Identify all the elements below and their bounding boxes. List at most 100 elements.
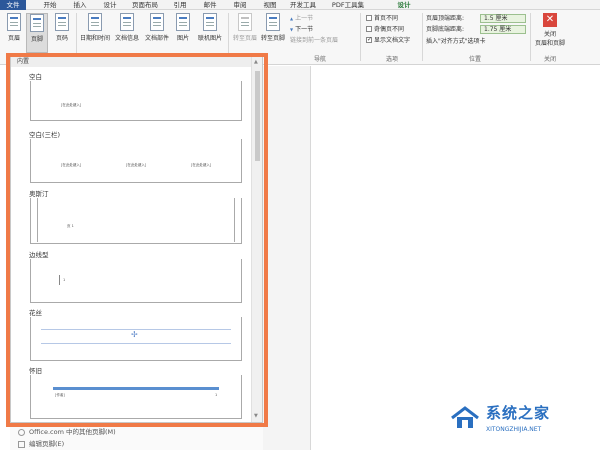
show-doc-text-checkbox[interactable]: 显示文档文字 <box>366 35 411 45</box>
footer-preview-austin[interactable]: 页 1 <box>30 198 242 244</box>
edit-footer-item[interactable]: 编辑页脚(E) <box>18 438 64 448</box>
austin-line <box>37 198 38 242</box>
close-label: 关闭 <box>543 31 556 38</box>
footer-preview-blank[interactable]: [在此处键入] <box>30 81 242 121</box>
date-time-button[interactable]: 日期和时间 <box>80 13 110 42</box>
group-label-navigation: 导航 <box>313 56 326 63</box>
tab-home[interactable]: 开始 <box>38 0 62 10</box>
different-odd-even-checkbox[interactable]: 奇偶页不同 <box>366 25 404 34</box>
date-time-label: 日期和时间 <box>80 35 111 42</box>
tab-header-footer-design[interactable]: 设计 <box>392 0 416 10</box>
edit-footer-icon <box>18 440 25 448</box>
footer-preview-edge[interactable]: 1 <box>30 259 242 303</box>
tab-file[interactable]: 文件 <box>0 0 26 10</box>
scroll-down-icon[interactable]: ▼ <box>254 413 258 419</box>
tab-references[interactable]: 引用 <box>168 0 192 10</box>
header-from-top-label: 页眉顶端距离: <box>426 15 465 22</box>
checkbox-checked-icon <box>366 35 372 44</box>
divider <box>228 13 229 61</box>
doc-parts-label: 文档部件 <box>144 35 169 42</box>
online-picture-label: 联机图片 <box>197 35 222 42</box>
watermark-url: XITONGZHIJIA.NET <box>486 426 542 433</box>
goto-header-button[interactable]: 转至页眉 <box>232 13 258 42</box>
austin-line <box>234 198 235 242</box>
footer-from-bottom-label: 页脚底端距离: <box>426 26 465 33</box>
page-number-label: 页码 <box>55 35 68 42</box>
gallery-entry-title: 怀旧 <box>29 367 42 375</box>
gallery-menu: Office.com 中的其他页脚(M) 编辑页脚(E) <box>10 423 263 450</box>
footer-preview-retrospect[interactable]: [作者] 1 <box>30 375 242 419</box>
goto-footer-icon <box>266 13 280 31</box>
tab-view[interactable]: 视图 <box>258 0 282 10</box>
tab-mailings[interactable]: 邮件 <box>198 0 222 10</box>
goto-header-label: 转至页眉 <box>232 35 257 42</box>
retrospect-bar <box>53 387 219 390</box>
scroll-up-icon[interactable]: ▲ <box>254 59 258 65</box>
checkbox-icon <box>366 25 372 32</box>
link-previous-button[interactable]: 链接到前一条页眉 <box>290 36 338 45</box>
gallery-scrollbar[interactable]: ▲ ▼ <box>251 57 262 422</box>
tab-review[interactable]: 审阅 <box>228 0 252 10</box>
footer-gallery-dropdown: 内置 空白 [在此处键入] 空白(三栏) [在此处键入] [在此处键入] [在此… <box>10 56 263 423</box>
tab-design-doc[interactable]: 设计 <box>98 0 122 10</box>
footer-preview-blank-three-col[interactable]: [在此处键入] [在此处键入] [在此处键入] <box>30 139 242 183</box>
doc-parts-button[interactable]: 文档部件 <box>144 13 170 42</box>
close-icon: ✕ <box>543 13 557 27</box>
show-doc-text-label: 显示文档文字 <box>374 37 411 44</box>
footer-preview-filigree[interactable]: ✢ <box>30 317 242 361</box>
divider <box>422 13 423 61</box>
edit-footer-label: 编辑页脚(E) <box>29 440 65 448</box>
different-first-label: 首页不同 <box>374 15 399 22</box>
different-odd-even-label: 奇偶页不同 <box>374 26 405 33</box>
header-from-top-input[interactable]: 1.5 厘米 <box>480 14 526 23</box>
link-previous-label: 链接到前一条页眉 <box>290 37 339 44</box>
close-header-footer-button[interactable]: ✕ 关闭 页眉和页脚 <box>534 13 566 47</box>
goto-footer-button[interactable]: 转至页脚 <box>260 13 286 42</box>
calendar-icon <box>88 13 102 31</box>
watermark: 系统之家 XITONGZHIJIA.NET <box>450 402 590 442</box>
more-footers-online-item[interactable]: Office.com 中的其他页脚(M) <box>18 426 116 436</box>
globe-icon <box>18 428 25 436</box>
preview-placeholder: 页 1 <box>67 224 74 228</box>
doc-info-button[interactable]: 文档信息 <box>114 13 140 42</box>
tab-pdf-tools[interactable]: PDF工具集 <box>328 0 368 10</box>
picture-button[interactable]: 图片 <box>174 13 192 42</box>
online-picture-icon <box>203 13 217 31</box>
next-section-button[interactable]: 下一节 <box>290 25 313 34</box>
prev-section-button[interactable]: 上一节 <box>290 14 313 23</box>
doc-parts-icon <box>150 13 164 31</box>
filigree-ornament-icon: ✢ <box>131 330 138 339</box>
group-label-options: 选项 <box>385 56 398 63</box>
footer-button[interactable]: 页脚 <box>26 13 48 53</box>
close-sub-label: 页眉和页脚 <box>534 40 565 47</box>
prev-section-label: 上一节 <box>295 15 314 22</box>
group-label-close: 关闭 <box>543 56 556 63</box>
picture-label: 图片 <box>176 35 189 42</box>
gallery-entry-title: 边线型 <box>29 251 49 259</box>
footer-icon <box>30 14 44 32</box>
watermark-name: 系统之家 <box>486 404 551 422</box>
gallery-entry-title: 奥斯汀 <box>29 190 49 198</box>
preview-placeholder: 1 <box>215 393 218 397</box>
header-button[interactable]: 页眉 <box>4 13 24 42</box>
footer-from-bottom-input[interactable]: 1.75 厘米 <box>480 25 526 34</box>
gallery-section-header: 内置 <box>11 57 251 67</box>
divider <box>530 13 531 61</box>
watermark-logo-icon <box>451 406 479 428</box>
page-number-button[interactable]: 页码 <box>52 13 72 42</box>
online-picture-button[interactable]: 联机图片 <box>196 13 224 42</box>
goto-header-icon <box>238 13 252 31</box>
filigree-line <box>41 343 231 344</box>
document-page[interactable] <box>310 66 600 450</box>
checkbox-icon <box>366 14 372 21</box>
doc-info-icon <box>120 13 134 31</box>
tab-developer[interactable]: 开发工具 <box>286 0 320 10</box>
insert-align-tab-button[interactable]: 插入"对齐方式"选项卡 <box>426 37 486 46</box>
different-first-page-checkbox[interactable]: 首页不同 <box>366 14 398 23</box>
group-label-position: 位置 <box>468 56 481 63</box>
tab-insert[interactable]: 插入 <box>68 0 92 10</box>
workspace-gray <box>263 66 310 450</box>
tab-page-layout[interactable]: 页面布局 <box>128 0 162 10</box>
scroll-thumb[interactable] <box>255 71 260 161</box>
footer-label: 页脚 <box>30 36 43 43</box>
